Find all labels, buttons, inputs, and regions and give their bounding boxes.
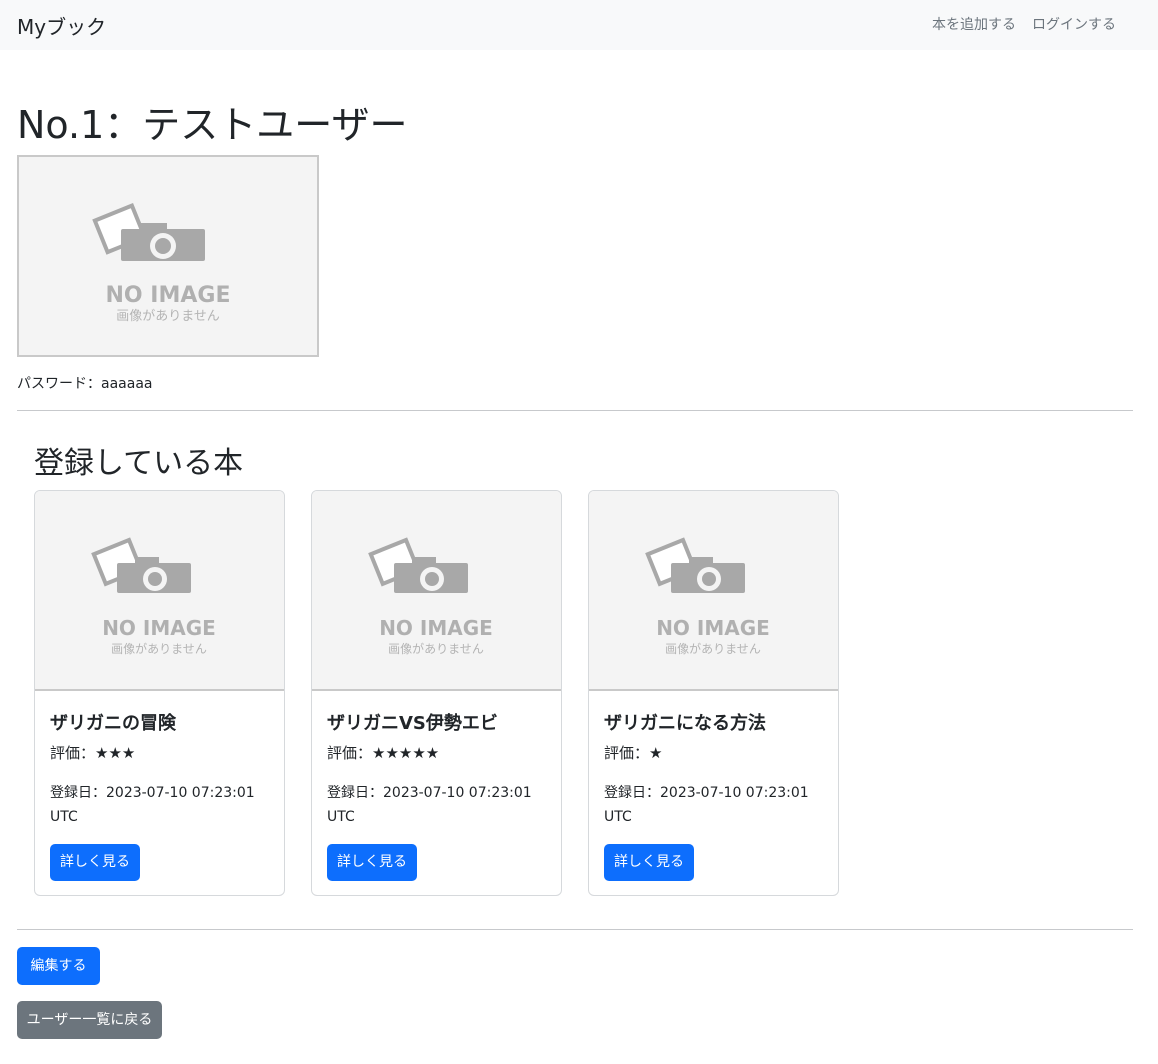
book-image: NO IMAGE 画像がありません xyxy=(35,491,284,691)
book-image: NO IMAGE 画像がありません xyxy=(589,491,838,691)
no-image-text: NO IMAGE xyxy=(102,616,216,640)
book-rating: 評価：★★★ xyxy=(50,744,136,762)
no-image-text: NO IMAGE xyxy=(379,616,493,640)
back-to-user-list-button[interactable]: ユーザー一覧に戻る xyxy=(17,1001,162,1039)
edit-button[interactable]: 編集する xyxy=(17,947,100,985)
book-rating: 評価：★★★★★ xyxy=(327,744,440,762)
divider xyxy=(17,410,1133,411)
book-card: NO IMAGE 画像がありません ザリガニになる方法 評価：★ 登録日：202… xyxy=(588,490,839,896)
book-title: ザリガニになる方法 xyxy=(604,713,766,734)
book-detail-button[interactable]: 詳しく見る xyxy=(327,844,417,881)
books-section-title: 登録している本 xyxy=(34,446,244,481)
no-image-subtext: 画像がありません xyxy=(388,641,484,656)
no-image-subtext: 画像がありません xyxy=(665,641,761,656)
book-image: NO IMAGE 画像がありません xyxy=(312,491,561,691)
nav-login-link[interactable]: ログインする xyxy=(1032,14,1116,34)
book-title: ザリガニの冒険 xyxy=(50,713,176,734)
brand-link[interactable]: Myブック xyxy=(17,11,106,40)
no-image-subtext: 画像がありません xyxy=(111,641,207,656)
book-title: ザリガニVS伊勢エビ xyxy=(327,713,498,734)
no-image-subtext: 画像がありません xyxy=(116,309,220,324)
profile-image: NO IMAGE 画像がありません xyxy=(17,155,319,357)
book-card: NO IMAGE 画像がありません ザリガニVS伊勢エビ 評価：★★★★★ 登録… xyxy=(311,490,562,896)
camera-icon xyxy=(368,537,468,593)
book-rating: 評価：★ xyxy=(604,744,663,762)
book-registered-date: 登録日：2023-07-10 07:23:01 UTC xyxy=(604,785,809,825)
book-card: NO IMAGE 画像がありません ザリガニの冒険 評価：★★★ 登録日：202… xyxy=(34,490,285,896)
no-image-text: NO IMAGE xyxy=(106,283,231,308)
camera-icon xyxy=(645,537,745,593)
book-registered-date: 登録日：2023-07-10 07:23:01 UTC xyxy=(327,785,532,825)
camera-icon xyxy=(92,202,205,261)
navbar: Myブック 本を追加する ログインする xyxy=(0,0,1158,50)
camera-icon xyxy=(91,537,191,593)
nav-add-book-link[interactable]: 本を追加する xyxy=(932,14,1016,34)
no-image-text: NO IMAGE xyxy=(656,616,770,640)
page-title: No.1：テストユーザー xyxy=(17,103,408,147)
book-registered-date: 登録日：2023-07-10 07:23:01 UTC xyxy=(50,785,255,825)
book-detail-button[interactable]: 詳しく見る xyxy=(604,844,694,881)
book-detail-button[interactable]: 詳しく見る xyxy=(50,844,140,881)
nav-links: 本を追加する ログインする xyxy=(932,14,1116,34)
divider xyxy=(17,929,1133,930)
password-text: パスワード：aaaaaa xyxy=(17,376,153,392)
